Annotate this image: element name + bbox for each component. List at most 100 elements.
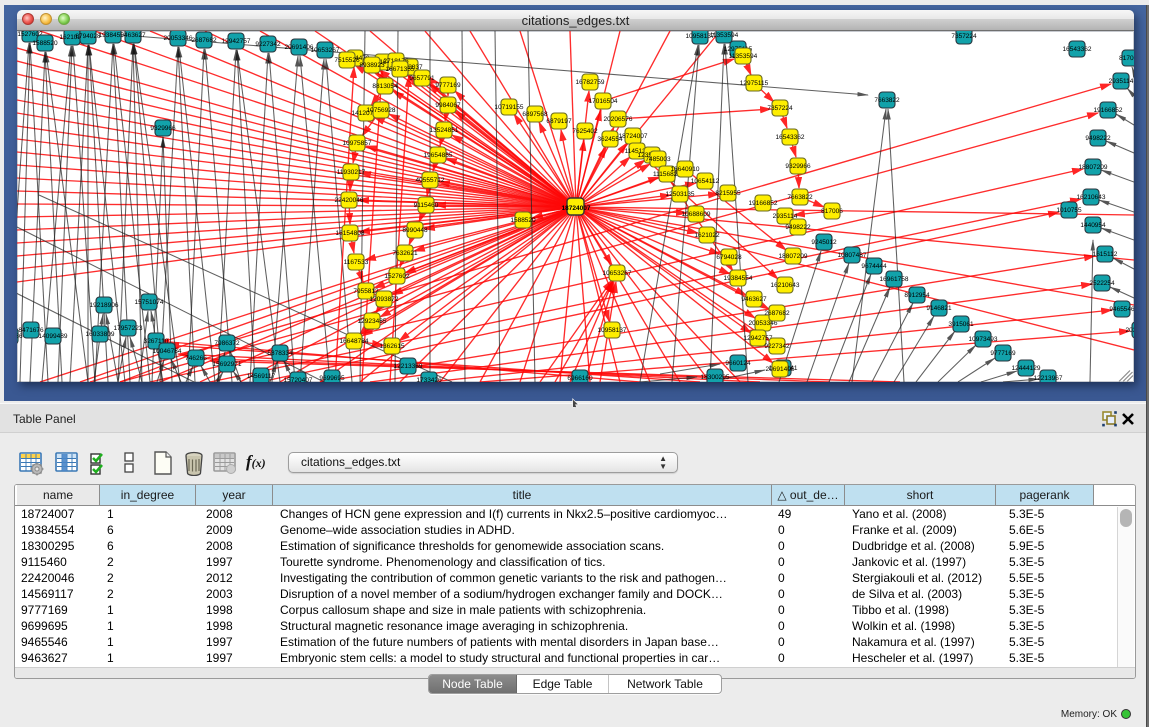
svg-text:12213369: 12213369 (394, 363, 423, 370)
svg-text:1588520: 1588520 (32, 40, 58, 47)
svg-text:10653267: 10653267 (311, 47, 340, 54)
svg-text:9465546: 9465546 (1109, 306, 1134, 313)
svg-text:12503135: 12503135 (666, 191, 695, 198)
svg-text:7955812: 7955812 (353, 288, 379, 295)
svg-text:10975857: 10975857 (343, 140, 372, 147)
svg-text:19166852: 19166852 (1094, 107, 1123, 114)
svg-text:1527602: 1527602 (384, 273, 410, 280)
svg-text:10807487: 10807487 (838, 252, 867, 259)
svg-text:6897568: 6897568 (522, 111, 548, 118)
svg-text:14099489: 14099489 (39, 333, 68, 340)
svg-text:19218906: 19218906 (90, 302, 119, 309)
svg-text:9245012: 9245012 (811, 239, 837, 246)
svg-text:15751074: 15751074 (135, 299, 164, 306)
svg-text:16154808: 16154808 (336, 230, 365, 237)
svg-text:10756928: 10756928 (367, 107, 396, 114)
svg-text:9463627: 9463627 (120, 32, 146, 39)
svg-text:12213967: 12213967 (1034, 375, 1063, 382)
svg-text:15692971: 15692971 (213, 361, 242, 368)
svg-text:13524851: 13524851 (430, 127, 459, 134)
svg-text:20691406: 20691406 (285, 44, 314, 51)
svg-text:9777169: 9777169 (990, 350, 1016, 357)
svg-text:11353594: 11353594 (729, 53, 758, 60)
svg-text:16543362: 16543362 (776, 134, 805, 141)
svg-text:18807209: 18807209 (1079, 164, 1108, 171)
svg-text:1621022: 1621022 (694, 232, 720, 239)
svg-text:3915061: 3915061 (948, 321, 974, 328)
svg-text:9115460: 9115460 (414, 202, 439, 209)
svg-text:10973493: 10973493 (969, 336, 998, 343)
svg-text:9699695: 9699695 (319, 375, 345, 382)
svg-text:17957223: 17957223 (114, 325, 143, 332)
svg-text:9777169: 9777169 (435, 82, 461, 89)
svg-text:16671355: 16671355 (386, 66, 415, 73)
svg-text:18807209: 18807209 (779, 253, 808, 260)
svg-text:817006: 817006 (821, 208, 843, 215)
svg-text:746266: 746266 (185, 355, 207, 362)
svg-text:1588520: 1588520 (510, 217, 536, 224)
svg-text:9660124: 9660124 (725, 360, 751, 367)
svg-text:16033809: 16033809 (86, 331, 115, 338)
svg-text:817006: 817006 (1119, 55, 1134, 62)
svg-text:9498222: 9498222 (1085, 135, 1111, 142)
svg-text:1440954: 1440954 (1080, 222, 1106, 229)
svg-text:1362615: 1362615 (379, 343, 405, 350)
svg-text:12923485: 12923485 (358, 318, 387, 325)
svg-text:12093872: 12093872 (370, 296, 399, 303)
svg-text:1221336: 1221336 (17, 333, 23, 340)
svg-text:9329966: 9329966 (785, 163, 811, 170)
svg-text:16782759: 16782759 (576, 79, 605, 86)
svg-text:16543362: 16543362 (1063, 46, 1092, 53)
svg-text:15720407: 15720407 (284, 377, 313, 382)
svg-text:12975115: 12975115 (740, 80, 769, 87)
svg-text:10958137: 10958137 (598, 327, 627, 334)
svg-text:1010755: 1010755 (1056, 207, 1082, 214)
svg-text:20206576: 20206576 (604, 116, 633, 123)
svg-text:10688609: 10688609 (682, 211, 711, 218)
svg-text:16210643: 16210643 (1077, 194, 1106, 201)
svg-text:16640910: 16640910 (671, 166, 700, 173)
svg-text:6794028: 6794028 (75, 33, 101, 40)
svg-text:16961758: 16961758 (880, 276, 909, 283)
svg-text:9227342: 9227342 (764, 343, 790, 350)
svg-text:9463627: 9463627 (741, 296, 767, 303)
svg-text:1733426: 1733426 (416, 377, 442, 382)
svg-text:8938923: 8938923 (359, 62, 385, 69)
svg-text:16210643: 16210643 (771, 282, 800, 289)
svg-text:6966160: 6966160 (567, 375, 593, 382)
svg-text:2687682: 2687682 (764, 310, 790, 317)
svg-text:7357224: 7357224 (767, 105, 793, 112)
svg-text:1167533: 1167533 (344, 259, 369, 266)
svg-text:22420046: 22420046 (335, 197, 364, 204)
svg-text:9498222: 9498222 (785, 224, 811, 231)
svg-text:9674444: 9674444 (861, 263, 887, 270)
svg-text:20691406: 20691406 (766, 366, 795, 373)
svg-text:9146821: 9146821 (926, 305, 952, 312)
svg-text:8813054: 8813054 (372, 83, 398, 90)
svg-text:19166852: 19166852 (749, 200, 778, 207)
svg-text:7663822: 7663822 (874, 97, 900, 104)
svg-text:7663822: 7663822 (787, 194, 813, 201)
svg-text:18724007: 18724007 (619, 133, 648, 140)
svg-text:7485003: 7485003 (645, 156, 671, 163)
svg-text:2522254: 2522254 (1089, 280, 1115, 287)
svg-text:6794028: 6794028 (716, 254, 742, 261)
svg-text:18724007: 18724007 (562, 205, 591, 212)
svg-text:9329966: 9329966 (150, 125, 176, 132)
svg-text:12444129: 12444129 (1012, 365, 1041, 372)
svg-text:10653267: 10653267 (603, 270, 632, 277)
svg-text:20053346: 20053346 (164, 35, 193, 42)
svg-text:16648784: 16648784 (340, 338, 369, 345)
svg-text:10046784: 10046784 (153, 348, 182, 355)
svg-text:12942757: 12942757 (744, 335, 773, 342)
svg-text:2935114: 2935114 (1109, 78, 1134, 85)
svg-text:5878334: 5878334 (267, 350, 293, 357)
svg-text:14569117: 14569117 (247, 373, 276, 380)
svg-text:2687682: 2687682 (191, 37, 217, 44)
svg-text:9657791: 9657791 (409, 75, 435, 82)
svg-text:19654885: 19654885 (424, 152, 453, 159)
svg-text:7357224: 7357224 (951, 33, 977, 40)
svg-text:9227342: 9227342 (255, 41, 281, 48)
svg-text:10654112: 10654112 (691, 178, 720, 185)
svg-text:17016504: 17016504 (589, 98, 618, 105)
